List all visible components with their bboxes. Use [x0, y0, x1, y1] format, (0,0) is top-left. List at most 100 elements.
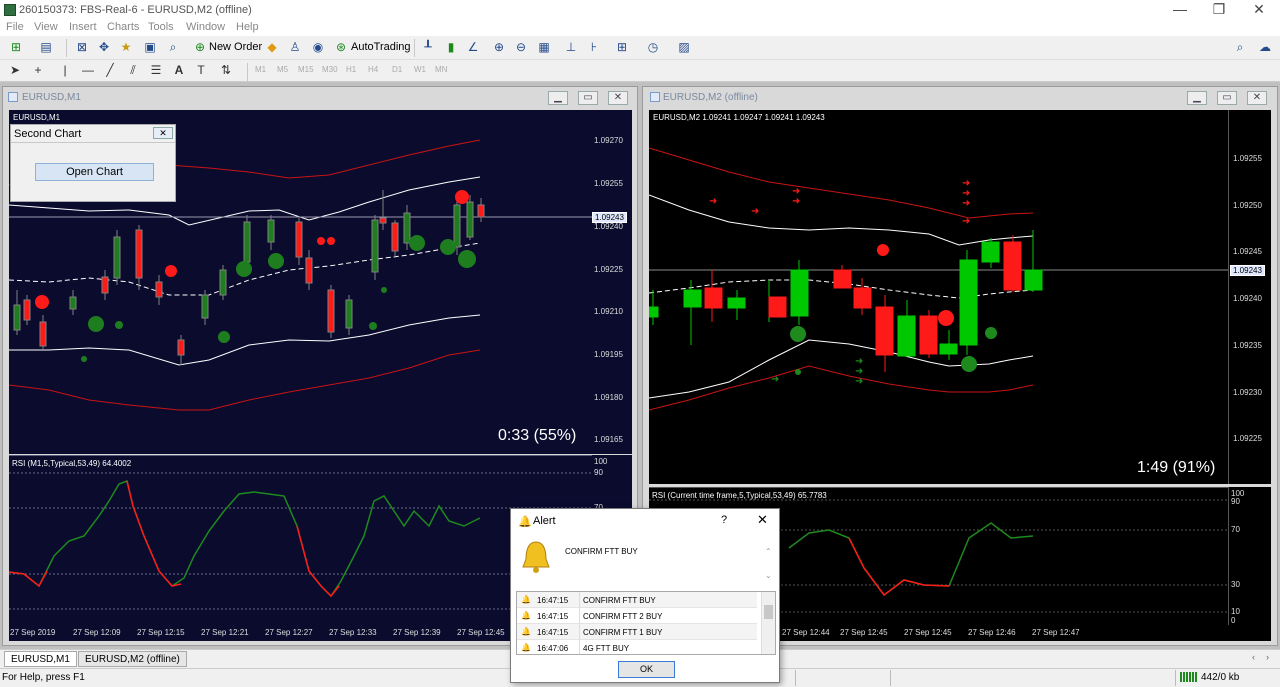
text-icon[interactable]: A [170, 62, 188, 80]
close-button[interactable]: ✕ [1239, 0, 1279, 20]
periods-icon[interactable]: ◷ [643, 38, 663, 58]
autotrading-button[interactable]: AutoTrading [351, 41, 411, 53]
alert-ok-button[interactable]: OK [618, 661, 675, 678]
channel-icon[interactable]: ⫽ [124, 62, 142, 80]
cursor-icon[interactable]: ➤ [6, 62, 24, 80]
chart2-minimize-button[interactable]: ▁ [1187, 91, 1207, 105]
bar-chart-icon[interactable]: ┸ [418, 38, 438, 58]
trendline-icon[interactable]: ╱ [101, 62, 119, 80]
menu-window[interactable]: Window [186, 21, 225, 33]
chart2-price-label: 1.09255 [1233, 154, 1262, 163]
new-chart-icon[interactable]: ⊞ [6, 38, 26, 58]
vertical-line-icon[interactable]: | [56, 62, 74, 80]
chart1-rsi-level: 100 [594, 457, 608, 466]
chart1-price-label: 1.09255 [594, 179, 623, 188]
chart2-price-label: 1.09250 [1233, 201, 1262, 210]
text-label-icon[interactable]: T [192, 62, 210, 80]
chart2-price-pane[interactable]: ➜ ➜ ➜ ➜ ➜ ➜ ➜ ➜ ➜ ➜ ➜ ➜ 1:49 (91%) EURUSD,M2 1… [648, 110, 1228, 484]
indicators-icon[interactable]: ⊞ [612, 38, 632, 58]
candlestick-chart-icon[interactable]: ▮ [441, 38, 461, 58]
crosshair-icon[interactable]: + [29, 62, 47, 80]
tile-windows-icon[interactable]: ▦ [534, 38, 554, 58]
timeframe-d1[interactable]: D1 [392, 65, 402, 74]
tab-scroll-left-icon[interactable]: ‹ [1252, 652, 1255, 662]
minimize-button[interactable]: — [1160, 0, 1200, 20]
alert-message-scroll-down-icon[interactable]: ⌄ [765, 571, 772, 580]
chart1-minimize-button[interactable]: ▁ [548, 91, 568, 105]
line-chart-icon[interactable]: ∠ [463, 38, 483, 58]
menu-view[interactable]: View [34, 21, 58, 33]
alert-help-button[interactable]: ? [721, 514, 727, 526]
window-title: 260150373: FBS-Real-6 - EURUSD,M2 (offli… [19, 4, 252, 16]
timeframe-h4[interactable]: H4 [368, 65, 378, 74]
bell-icon: 🔔 [521, 643, 531, 652]
timeframe-mn[interactable]: MN [435, 65, 447, 74]
list-item[interactable]: 🔔 16:47:15 CONFIRM FTT 1 BUY [517, 624, 757, 640]
svg-text:➜: ➜ [771, 374, 779, 385]
menu-insert[interactable]: Insert [69, 21, 97, 33]
menu-file[interactable]: File [6, 21, 24, 33]
horizontal-line-icon[interactable]: — [79, 62, 97, 80]
new-order-icon[interactable]: ⊕ [190, 38, 210, 58]
svg-text:➜: ➜ [792, 196, 800, 207]
navigator-icon[interactable]: ★ [116, 38, 136, 58]
menu-tools[interactable]: Tools [148, 21, 174, 33]
tab-eurusd-m2[interactable]: EURUSD,M2 (offline) [78, 651, 187, 667]
open-chart-button[interactable]: Open Chart [35, 163, 154, 181]
strategy-tester-icon[interactable]: ⌕ [163, 38, 183, 58]
second-chart-close-button[interactable]: ✕ [153, 127, 173, 139]
new-order-button[interactable]: New Order [209, 41, 262, 53]
svg-text:➜: ➜ [709, 196, 717, 207]
chart1-maximize-button[interactable]: ▭ [578, 91, 598, 105]
connection-status-icon [1180, 672, 1198, 682]
chat-icon[interactable]: ☁ [1255, 38, 1275, 58]
list-item[interactable]: 🔔 16:47:15 CONFIRM FTT 2 BUY [517, 608, 757, 624]
list-item[interactable]: 🔔 16:47:06 4G FTT BUY [517, 640, 757, 654]
tab-eurusd-m1[interactable]: EURUSD,M1 [4, 651, 77, 667]
list-item[interactable]: 🔔 16:47:15 CONFIRM FTT BUY [517, 592, 757, 608]
fibonacci-icon[interactable]: ☰ [147, 62, 165, 80]
chart2-maximize-button[interactable]: ▭ [1217, 91, 1237, 105]
tab-scroll-right-icon[interactable]: › [1266, 652, 1269, 662]
chart2-candle-timer: 1:49 (91%) [1137, 459, 1215, 476]
search-icon[interactable]: ⌕ [1230, 38, 1250, 58]
zoom-in-icon[interactable]: ⊕ [489, 38, 509, 58]
toolbar-separator [247, 63, 248, 81]
maximize-button[interactable]: ❐ [1199, 0, 1239, 20]
profiles-icon[interactable]: ▤ [36, 38, 56, 58]
data-window-icon[interactable]: ✥ [94, 38, 114, 58]
metaeditor-icon[interactable]: ◆ [262, 38, 282, 58]
autotrading-icon[interactable]: ⊛ [331, 38, 351, 58]
alert-history-list[interactable]: 🔔 16:47:15 CONFIRM FTT BUY 🔔 16:47:15 CO… [516, 591, 776, 655]
chart2-rsi-level: 70 [1231, 525, 1240, 534]
market-watch-icon[interactable]: ⊠ [72, 38, 92, 58]
chart-shift-icon[interactable]: ⊦ [584, 38, 604, 58]
zoom-out-icon[interactable]: ⊖ [511, 38, 531, 58]
alert-dialog: 🔔 Alert ? ✕ CONFIRM FTT BUY ⌃ ⌄ 🔔 16:47:… [510, 508, 780, 683]
terminal-icon[interactable]: ▣ [140, 38, 160, 58]
chart2-price-label: 1.09230 [1233, 388, 1262, 397]
chart1-rsi-pane[interactable]: RSI (M1,5,Typical,53,49) 64.4002 [8, 455, 592, 625]
chart1-time-label: 27 Sep 12:27 [265, 628, 313, 637]
alert-list-scrollbar[interactable] [761, 592, 775, 654]
chart2-close-button[interactable]: ✕ [1247, 91, 1267, 105]
timeframe-m5[interactable]: M5 [277, 65, 288, 74]
menu-charts[interactable]: Charts [107, 21, 139, 33]
scrollbar-thumb[interactable] [764, 605, 773, 619]
chart1-price-label: 1.09210 [594, 307, 623, 316]
market-icon[interactable]: ◉ [308, 38, 328, 58]
signals-icon[interactable]: ♙ [285, 38, 305, 58]
timeframe-m1[interactable]: M1 [255, 65, 266, 74]
alert-close-button[interactable]: ✕ [757, 512, 768, 528]
timeframe-h1[interactable]: H1 [346, 65, 356, 74]
arrows-icon[interactable]: ⇅ [217, 62, 235, 80]
timeframe-w1[interactable]: W1 [414, 65, 426, 74]
alert-message-scroll-up-icon[interactable]: ⌃ [765, 547, 772, 556]
templates-icon[interactable]: ▨ [674, 38, 694, 58]
timeframe-m30[interactable]: M30 [322, 65, 338, 74]
menu-help[interactable]: Help [236, 21, 259, 33]
chart1-close-button[interactable]: ✕ [608, 91, 628, 105]
traffic-counter: 442/0 kb [1201, 672, 1240, 683]
timeframe-m15[interactable]: M15 [298, 65, 314, 74]
auto-scroll-icon[interactable]: ⊥ [561, 38, 581, 58]
